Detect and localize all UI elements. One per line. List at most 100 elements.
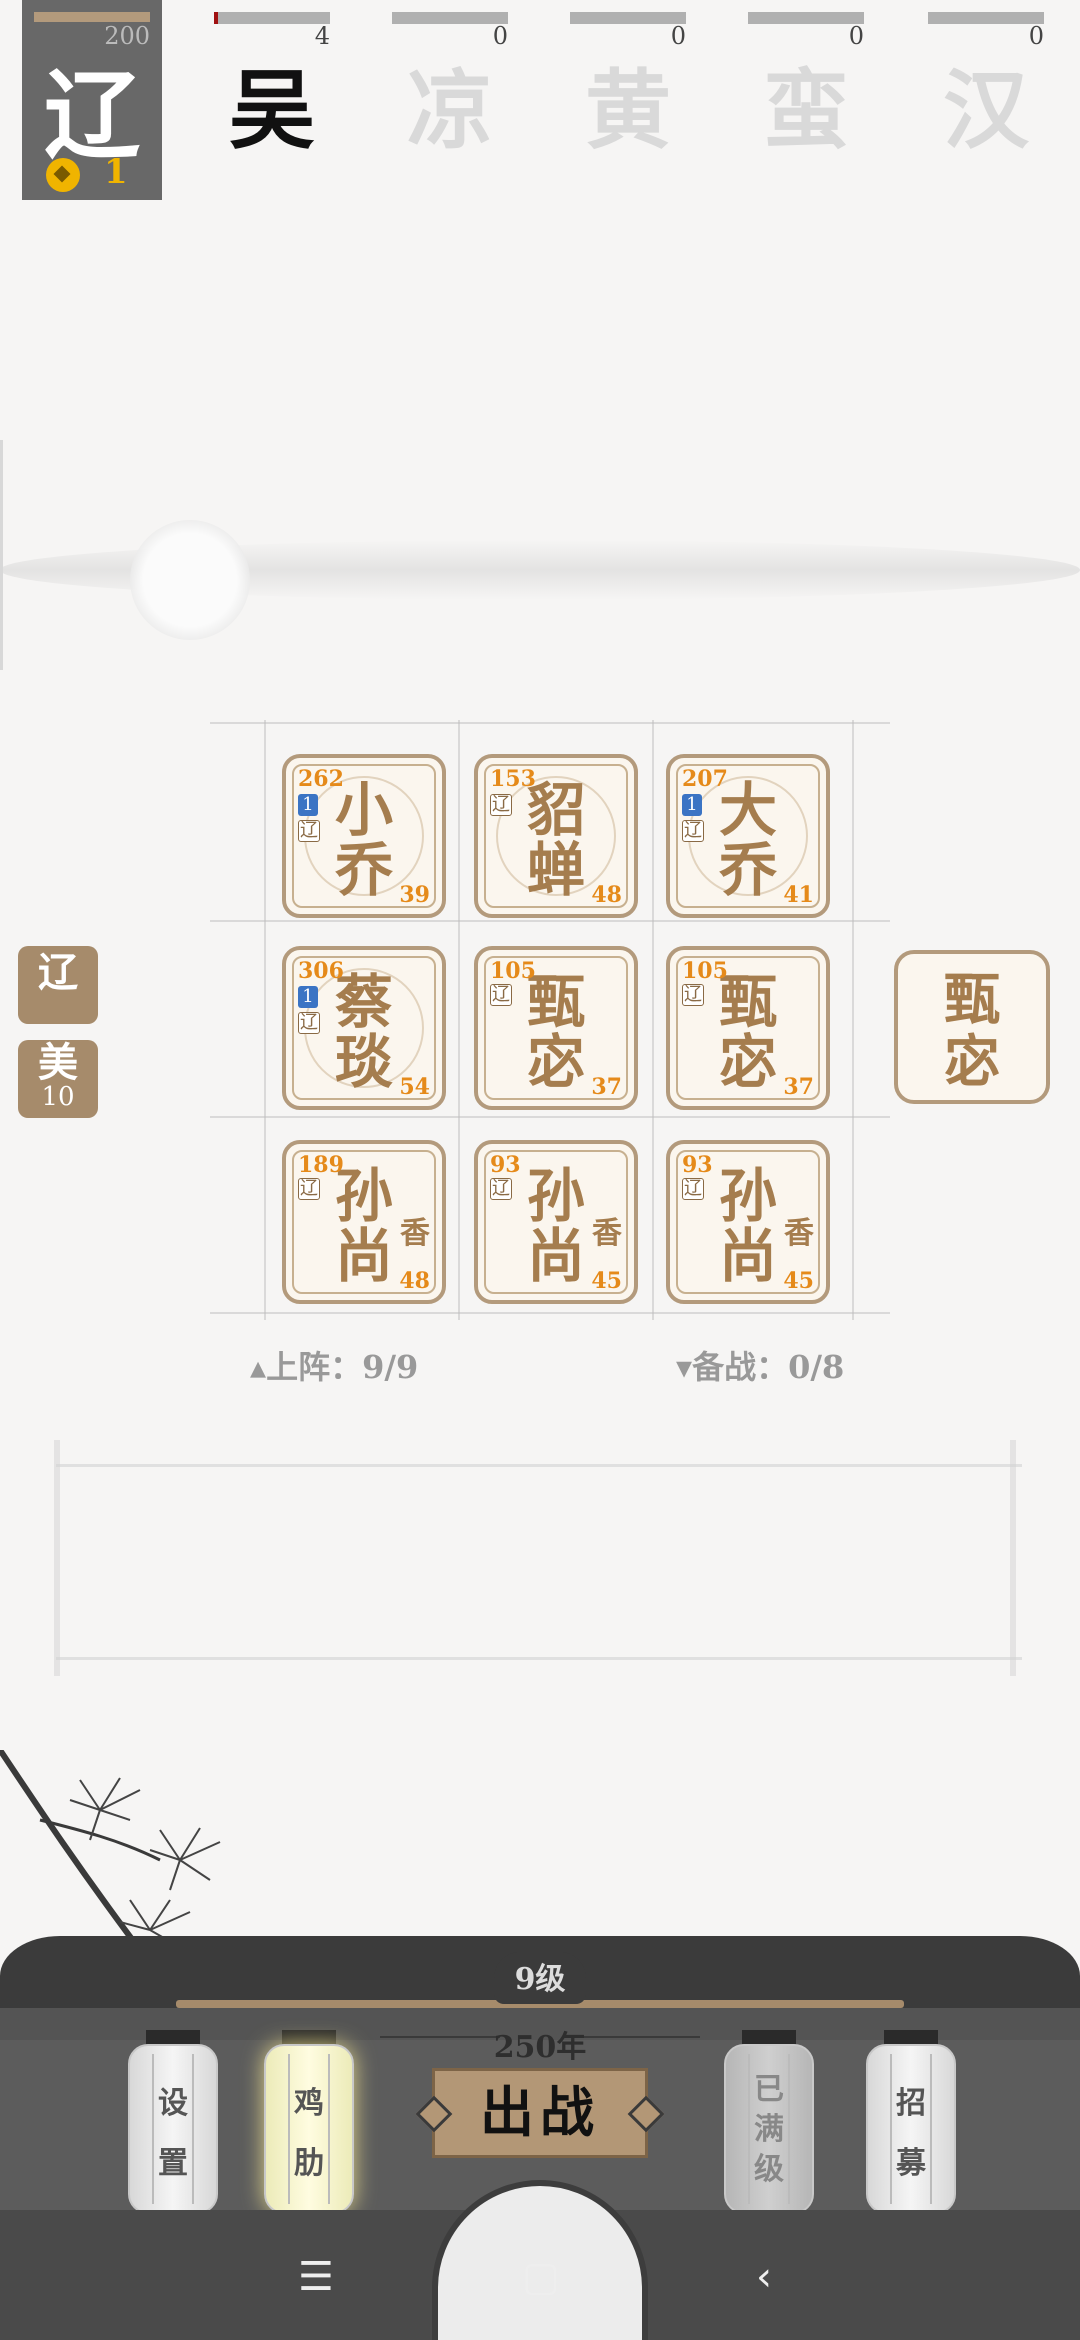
lantern-cap xyxy=(282,2030,336,2044)
unit-level: 54 xyxy=(399,1074,430,1100)
faction-bar-fill xyxy=(214,12,218,24)
bench-unit-card[interactable]: 甄 宓 xyxy=(894,950,1050,1104)
unit-power: 207 xyxy=(682,766,728,792)
unit-power: 93 xyxy=(682,1152,713,1178)
faction-tag: 辽 xyxy=(298,1012,320,1034)
star-level-tag: 1 xyxy=(298,986,318,1008)
faction-glyph: 蛮 xyxy=(763,60,849,161)
unit-level: 45 xyxy=(783,1268,814,1294)
faction-tab-man[interactable]: 0 蛮 xyxy=(748,0,864,161)
faction-tag: 辽 xyxy=(490,984,512,1006)
reserve-border xyxy=(1010,1440,1016,1676)
faction-tab-han[interactable]: 0 汉 xyxy=(928,0,1044,161)
unit-card[interactable]: 蔡 琰 306 1 辽 54 xyxy=(282,946,446,1110)
unit-card[interactable]: 甄 宓 105 辽 37 xyxy=(474,946,638,1110)
reserve-area[interactable] xyxy=(56,1464,1022,1660)
unit-power: 262 xyxy=(298,766,344,792)
unit-level: 41 xyxy=(783,882,814,908)
moon-decoration xyxy=(130,520,250,640)
faction-bar xyxy=(570,12,686,24)
lantern-cap xyxy=(884,2030,938,2044)
faction-tag: 辽 xyxy=(298,1178,320,1200)
board-gridline xyxy=(652,720,654,1320)
board-gridline xyxy=(210,1116,890,1118)
star-level-tag: 1 xyxy=(682,794,702,816)
unit-power: 153 xyxy=(490,766,536,792)
trait-filter-badge[interactable]: 美 10 xyxy=(18,1040,98,1118)
settings-label: 设 置 xyxy=(158,2086,188,2181)
faction-filter-badge[interactable]: 辽 xyxy=(18,946,98,1024)
badge-count: 10 xyxy=(41,1082,75,1112)
faction-tag: 辽 xyxy=(490,1178,512,1200)
unit-power: 189 xyxy=(298,1152,344,1178)
recruit-button[interactable]: 招 募 xyxy=(866,2030,956,2230)
max-level-label: 已 满 级 xyxy=(754,2072,784,2187)
board-gridline xyxy=(458,720,460,1320)
faction-tab-liang[interactable]: 0 凉 xyxy=(392,0,508,161)
faction-tag: 辽 xyxy=(490,794,512,816)
faction-tab-huang[interactable]: 0 黄 xyxy=(570,0,686,161)
max-level-button[interactable]: 已 满 级 xyxy=(724,2030,814,2230)
jile-button[interactable]: 鸡 肋 xyxy=(264,2030,354,2230)
unit-name: 甄 宓 xyxy=(944,968,1000,1095)
faction-bar xyxy=(748,12,864,24)
unit-level: 48 xyxy=(399,1268,430,1294)
lantern-cap xyxy=(742,2030,796,2044)
reserve-border xyxy=(54,1440,60,1676)
current-faction-panel[interactable]: 200 辽 1 xyxy=(22,0,162,200)
faction-glyph: 凉 xyxy=(407,60,493,161)
faction-glyph: 吴 xyxy=(229,60,315,161)
badge-label: 辽 xyxy=(38,949,78,996)
unit-level: 37 xyxy=(783,1074,814,1100)
faction-tag: 辽 xyxy=(682,820,704,842)
coin-count: 1 xyxy=(104,152,128,192)
recruit-label: 招 募 xyxy=(896,2086,926,2181)
unit-card[interactable]: 甄 宓 105 辽 37 xyxy=(666,946,830,1110)
unit-card[interactable]: 大 乔 207 1 辽 41 xyxy=(666,754,830,918)
faction-tab-wu[interactable]: 4 吴 xyxy=(214,0,330,161)
home-icon[interactable]: ▢ xyxy=(522,2254,560,2300)
fight-button[interactable]: 出战 xyxy=(432,2068,648,2158)
unit-card[interactable]: 孙 尚 93 辽 香 45 xyxy=(666,1140,830,1304)
faction-tag: 辽 xyxy=(682,1178,704,1200)
reserve-counter[interactable]: ▾备战：0/8 xyxy=(676,1342,844,1388)
edge-decoration xyxy=(0,440,3,670)
unit-card[interactable]: 孙 尚 189 辽 香 48 xyxy=(282,1140,446,1304)
unit-power: 105 xyxy=(682,958,728,984)
faction-bar xyxy=(214,12,330,24)
unit-name-suffix: 香 xyxy=(784,1216,814,1251)
faction-tag: 辽 xyxy=(298,820,320,842)
deployed-counter[interactable]: ▴上阵：9/9 xyxy=(250,1342,418,1388)
coin-icon xyxy=(46,158,80,192)
unit-card[interactable]: 孙 尚 93 辽 香 45 xyxy=(474,1140,638,1304)
board-gridline xyxy=(852,720,854,1320)
unit-card[interactable]: 小 乔 262 1 辽 39 xyxy=(282,754,446,918)
faction-bar xyxy=(928,12,1044,24)
unit-level: 45 xyxy=(591,1268,622,1294)
faction-progress-bar xyxy=(34,12,150,22)
unit-level: 37 xyxy=(591,1074,622,1100)
board-gridline xyxy=(210,1312,890,1314)
unit-level: 39 xyxy=(399,882,430,908)
lantern-cap xyxy=(146,2030,200,2044)
unit-power: 306 xyxy=(298,958,344,984)
faction-bar xyxy=(392,12,508,24)
unit-card[interactable]: 貂 蝉 153 辽 48 xyxy=(474,754,638,918)
faction-glyph: 辽 xyxy=(44,59,140,172)
faction-glyph: 黄 xyxy=(585,60,671,161)
star-level-tag: 1 xyxy=(298,794,318,816)
unit-name-suffix: 香 xyxy=(400,1216,430,1251)
player-level: 9级 xyxy=(494,1952,586,2004)
unit-power: 93 xyxy=(490,1152,521,1178)
settings-button[interactable]: 设 置 xyxy=(128,2030,218,2230)
unit-power: 105 xyxy=(490,958,536,984)
menu-icon[interactable]: ☰ xyxy=(298,2254,334,2300)
jile-label: 鸡 肋 xyxy=(294,2086,324,2181)
faction-glyph: 汉 xyxy=(943,60,1029,161)
board-gridline xyxy=(264,720,266,1320)
badge-label: 美 xyxy=(38,1039,78,1086)
board-gridline xyxy=(210,722,890,724)
board-gridline xyxy=(210,920,890,922)
faction-tag: 辽 xyxy=(682,984,704,1006)
back-icon[interactable]: ‹ xyxy=(756,2254,772,2300)
